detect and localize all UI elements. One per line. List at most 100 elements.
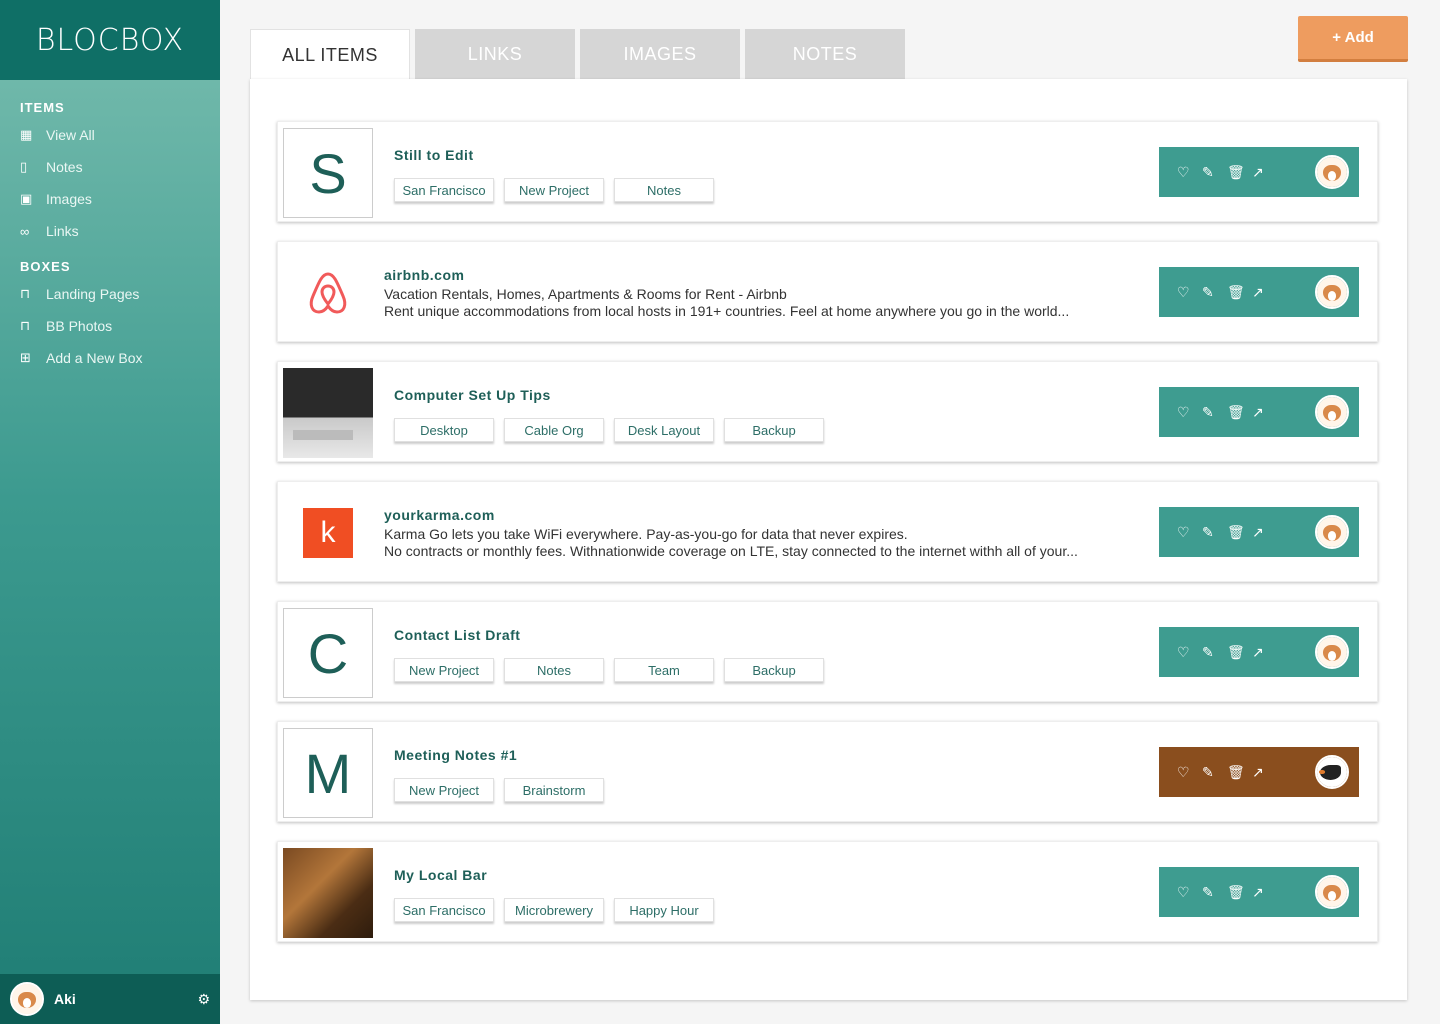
- link-line: No contracts or monthly fees. Withnation…: [384, 543, 1078, 559]
- tag[interactable]: Backup: [724, 658, 824, 682]
- card-title[interactable]: airbnb.com: [384, 267, 464, 283]
- tag[interactable]: Microbrewery: [504, 898, 604, 922]
- tag[interactable]: Team: [614, 658, 714, 682]
- card-title[interactable]: Contact List Draft: [394, 627, 520, 643]
- list-item[interactable]: M Meeting Notes #1 New Project Brainstor…: [277, 721, 1378, 822]
- edit-icon[interactable]: ✎: [1202, 284, 1227, 301]
- list-item[interactable]: Computer Set Up Tips Desktop Cable Org D…: [277, 361, 1378, 462]
- sidebar-item-label: Notes: [46, 159, 83, 175]
- sidebar-box-landing-pages[interactable]: ⊓ Landing Pages: [20, 278, 220, 310]
- edit-icon[interactable]: ✎: [1202, 884, 1227, 901]
- card-title[interactable]: My Local Bar: [394, 867, 487, 883]
- edit-icon[interactable]: ✎: [1202, 764, 1227, 781]
- tag[interactable]: Notes: [614, 178, 714, 202]
- tag[interactable]: Brainstorm: [504, 778, 604, 802]
- avatar[interactable]: [1315, 155, 1349, 189]
- user-name: Aki: [54, 991, 76, 1007]
- tag[interactable]: New Project: [504, 178, 604, 202]
- share-icon[interactable]: ↗: [1252, 764, 1277, 781]
- sidebar-add-new-box[interactable]: ⊞ Add a New Box: [20, 342, 220, 374]
- logo[interactable]: BLOCBOX: [36, 23, 184, 58]
- tag[interactable]: Happy Hour: [614, 898, 714, 922]
- karma-logo: k: [283, 488, 373, 578]
- trash-icon[interactable]: 🗑: [1227, 524, 1252, 541]
- list-item[interactable]: S Still to Edit San Francisco New Projec…: [277, 121, 1378, 222]
- sidebar-item-notes[interactable]: ▯ Notes: [20, 151, 220, 183]
- edit-icon[interactable]: ✎: [1202, 644, 1227, 661]
- tab-all-items[interactable]: ALL ITEMS: [250, 29, 410, 80]
- tag[interactable]: New Project: [394, 658, 494, 682]
- list-item[interactable]: k yourkarma.com Karma Go lets you take W…: [277, 481, 1378, 582]
- sidebar-item-images[interactable]: ▣ Images: [20, 183, 220, 215]
- tag[interactable]: New Project: [394, 778, 494, 802]
- sidebar-box-bb-photos[interactable]: ⊓ BB Photos: [20, 310, 220, 342]
- share-icon[interactable]: ↗: [1252, 404, 1277, 421]
- tab-images[interactable]: IMAGES: [580, 29, 740, 79]
- tag[interactable]: Cable Org: [504, 418, 604, 442]
- logo-bar: BLOCBOX: [0, 0, 220, 80]
- sidebar-item-label: View All: [46, 127, 95, 143]
- trash-icon[interactable]: 🗑: [1227, 284, 1252, 301]
- trash-icon[interactable]: 🗑: [1227, 884, 1252, 901]
- edit-icon[interactable]: ✎: [1202, 164, 1227, 181]
- avatar[interactable]: [1315, 755, 1349, 789]
- card-title[interactable]: Meeting Notes #1: [394, 747, 517, 763]
- tab-links[interactable]: LINKS: [415, 29, 575, 79]
- tag[interactable]: Desktop: [394, 418, 494, 442]
- share-icon[interactable]: ↗: [1252, 644, 1277, 661]
- avatar[interactable]: [1315, 395, 1349, 429]
- edit-icon[interactable]: ✎: [1202, 404, 1227, 421]
- list-item[interactable]: airbnb.com Vacation Rentals, Homes, Apar…: [277, 241, 1378, 342]
- list-item[interactable]: My Local Bar San Francisco Microbrewery …: [277, 841, 1378, 942]
- trash-icon[interactable]: 🗑: [1227, 164, 1252, 181]
- tag-list: New Project Brainstorm: [394, 778, 604, 802]
- gear-icon[interactable]: ⚙: [197, 991, 210, 1008]
- tag[interactable]: Backup: [724, 418, 824, 442]
- card-actions: ♡ ✎ 🗑 ↗: [1159, 147, 1359, 197]
- tag[interactable]: San Francisco: [394, 898, 494, 922]
- avatar[interactable]: [1315, 875, 1349, 909]
- tag[interactable]: Desk Layout: [614, 418, 714, 442]
- bar-photo: [283, 848, 373, 938]
- karma-icon: k: [303, 508, 353, 558]
- link-icon: ∞: [20, 223, 30, 239]
- avatar[interactable]: [1315, 275, 1349, 309]
- avatar[interactable]: [1315, 635, 1349, 669]
- card-title[interactable]: yourkarma.com: [384, 507, 495, 523]
- share-icon[interactable]: ↗: [1252, 284, 1277, 301]
- share-icon[interactable]: ↗: [1252, 884, 1277, 901]
- trash-icon[interactable]: 🗑: [1227, 644, 1252, 661]
- sidebar-item-view-all[interactable]: ▦ View All: [20, 119, 220, 151]
- heart-icon[interactable]: ♡: [1177, 284, 1202, 301]
- avatar[interactable]: [1315, 515, 1349, 549]
- heart-icon[interactable]: ♡: [1177, 764, 1202, 781]
- tag[interactable]: Notes: [504, 658, 604, 682]
- card-actions: ♡ ✎ 🗑 ↗: [1159, 867, 1359, 917]
- share-icon[interactable]: ↗: [1252, 164, 1277, 181]
- add-button[interactable]: + Add: [1298, 16, 1408, 62]
- boxes-section: BOXES ⊓ Landing Pages ⊓ BB Photos ⊞ Add …: [0, 247, 220, 374]
- heart-icon[interactable]: ♡: [1177, 404, 1202, 421]
- card-title[interactable]: Still to Edit: [394, 147, 474, 163]
- heart-icon[interactable]: ♡: [1177, 884, 1202, 901]
- edit-icon[interactable]: ✎: [1202, 524, 1227, 541]
- trash-icon[interactable]: 🗑: [1227, 764, 1252, 781]
- trash-icon[interactable]: 🗑: [1227, 404, 1252, 421]
- heart-icon[interactable]: ♡: [1177, 644, 1202, 661]
- link-line: Rent unique accommodations from local ho…: [384, 303, 1070, 319]
- card-title[interactable]: Computer Set Up Tips: [394, 387, 551, 403]
- avatar[interactable]: [10, 982, 44, 1016]
- inbox-icon: ⊓: [20, 318, 31, 333]
- image-thumbnail: [283, 848, 373, 938]
- sidebar-item-label: Add a New Box: [46, 350, 143, 366]
- items-section: ITEMS ▦ View All ▯ Notes ▣ Images ∞ Link…: [0, 80, 220, 247]
- sidebar: BLOCBOX ITEMS ▦ View All ▯ Notes ▣ Image…: [0, 0, 220, 1024]
- sidebar-item-links[interactable]: ∞ Links: [20, 215, 220, 247]
- heart-icon[interactable]: ♡: [1177, 164, 1202, 181]
- share-icon[interactable]: ↗: [1252, 524, 1277, 541]
- tab-notes[interactable]: NOTES: [745, 29, 905, 79]
- list-item[interactable]: C Contact List Draft New Project Notes T…: [277, 601, 1378, 702]
- heart-icon[interactable]: ♡: [1177, 524, 1202, 541]
- inbox-icon: ⊓: [20, 286, 31, 301]
- tag[interactable]: San Francisco: [394, 178, 494, 202]
